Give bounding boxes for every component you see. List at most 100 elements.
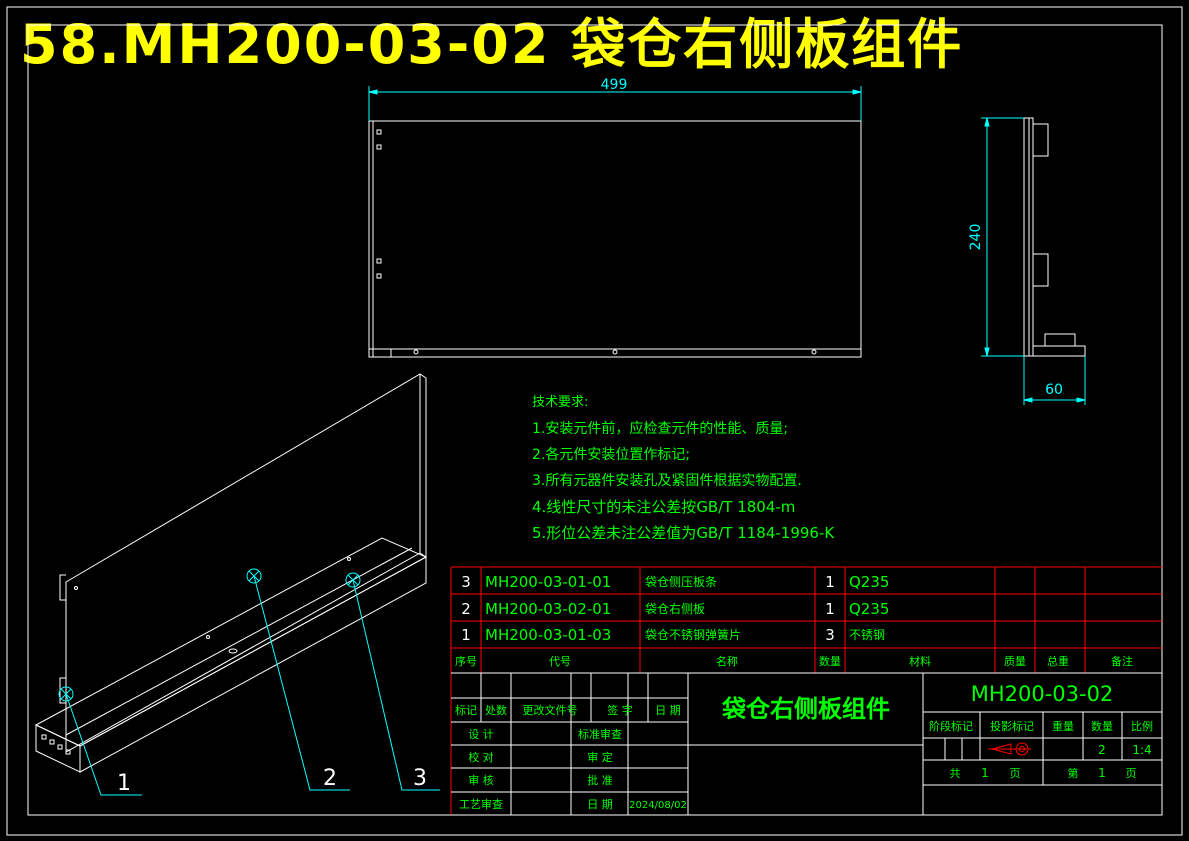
dimension-height <box>981 117 1024 357</box>
bom-row-2-name: 袋仓右侧板 <box>645 601 705 616</box>
iso-clip-top <box>59 574 66 601</box>
tb-sheet-label: 第 <box>1068 766 1079 780</box>
technical-requirements: 技术要求: 1.安装元件前，应检查元件的性能、质量; 2.各元件安装位置作标记;… <box>532 395 835 542</box>
bom-row-3-code: MH200-03-01-01 <box>485 573 611 591</box>
balloon-label-3: 3 <box>413 766 427 791</box>
tech-req-item-3: 3.所有元器件安装孔及紧固件根据实物配置. <box>532 473 802 489</box>
tech-req-item-1: 1.安装元件前，应检查元件的性能、质量; <box>532 420 788 437</box>
bom-header-remark: 备注 <box>1111 654 1133 668</box>
bom-row-2-material: Q235 <box>849 600 889 618</box>
iso-panel-thickness <box>419 373 427 558</box>
hole-3 <box>376 258 382 264</box>
bom-row-1-index: 1 <box>461 626 471 644</box>
tb-attr-quantity: 数量 <box>1091 720 1113 733</box>
front-view-tab <box>368 348 392 358</box>
leader-line-3 <box>352 579 440 791</box>
bom-row-1-code: MH200-03-01-03 <box>485 626 611 644</box>
dimension-width-label: 499 <box>601 77 628 93</box>
tb-attr-stage: 阶段标记 <box>929 719 973 733</box>
tb-rev-header-count: 处数 <box>485 704 507 717</box>
dimension-height-arrow-bottom <box>984 347 990 357</box>
hole-5 <box>413 349 419 355</box>
bom-row-1-material: 不锈钢 <box>849 628 885 642</box>
projection-symbol-icon <box>988 742 1031 756</box>
dimension-depth-arrow-right <box>1076 397 1086 403</box>
tb-quantity-value: 2 <box>1098 743 1106 757</box>
bom-row-3-index: 3 <box>461 573 471 591</box>
bom-row-2-index: 2 <box>461 600 471 618</box>
hole-6 <box>612 349 618 355</box>
balloon-label-1: 1 <box>117 771 131 796</box>
front-view-outline <box>368 120 862 358</box>
bom-header-total-weight: 总重 <box>1047 654 1069 668</box>
tb-attr-weight: 重量 <box>1052 719 1074 733</box>
tb-role-standard: 标准审查 <box>578 727 622 741</box>
dimension-height-label: 240 <box>968 224 984 251</box>
tb-sheet-unit: 页 <box>1126 767 1137 780</box>
bom-row-1-name: 袋仓不锈钢弹簧片 <box>645 627 741 642</box>
bom-header-unit-weight: 质量 <box>1004 655 1026 668</box>
tb-part-name: 袋仓右侧板组件 <box>721 695 890 723</box>
isometric-view <box>34 373 428 773</box>
tb-total-sheets-label: 共 <box>950 767 961 780</box>
iso-base-side <box>79 556 427 773</box>
bom-row-3-qty: 1 <box>825 573 835 591</box>
tb-role-check: 校 对 <box>468 750 494 764</box>
iso-slot-1 <box>41 734 47 740</box>
tb-role-approve-check: 审 定 <box>587 750 613 764</box>
dimension-width-arrow-left <box>368 89 378 95</box>
tb-role-process: 工艺审查 <box>459 797 503 811</box>
bom-row-2-code: MH200-03-02-01 <box>485 600 611 618</box>
hole-4 <box>376 273 382 279</box>
tb-total-sheets-unit: 页 <box>1010 767 1021 780</box>
tb-attr-scale: 比例 <box>1131 719 1153 733</box>
front-view <box>368 120 862 358</box>
tb-rev-header-mark: 标记 <box>455 703 477 717</box>
bom-header-index: 序号 <box>455 654 477 668</box>
iso-hole-a <box>74 586 78 590</box>
hole-2 <box>376 144 382 150</box>
leader-line-2 <box>253 575 350 791</box>
iso-slot-3 <box>57 744 63 750</box>
tb-role-date: 日 期 <box>587 798 613 811</box>
tb-role-approve: 批 准 <box>587 773 613 787</box>
tb-rev-header-sign: 签 字 <box>607 703 633 717</box>
dimension-depth-arrow-left <box>1023 397 1033 403</box>
hole-7 <box>811 349 817 355</box>
dimension-width-arrow-right <box>852 89 862 95</box>
balloon-label-2: 2 <box>323 766 337 791</box>
side-view-clip-top <box>1032 123 1049 157</box>
iso-hole-c <box>347 557 351 561</box>
side-view <box>1023 117 1086 357</box>
bom-row-3-material: Q235 <box>849 573 889 591</box>
tb-total-sheets-value: 1 <box>981 766 989 780</box>
tb-role-design: 设 计 <box>468 728 494 741</box>
tb-drawing-number: MH200-03-02 <box>971 682 1114 706</box>
dimension-height-arrow-top <box>984 117 990 127</box>
iso-hole-d <box>228 648 238 654</box>
tb-scale-value: 1:4 <box>1132 743 1151 757</box>
bom-header-qty: 数量 <box>819 655 841 668</box>
tb-date-value: 2024/08/02 <box>629 800 687 811</box>
bom-row-1-qty: 3 <box>825 626 835 644</box>
side-view-base <box>1032 345 1086 357</box>
tech-req-heading: 技术要求: <box>532 395 588 410</box>
tech-req-item-4: 4.线性尺寸的未注公差按GB/T 1804-m <box>532 498 795 516</box>
cad-drawing-canvas: 499 240 60 1 2 3 技术要求: 1.安装元件前，应检查元件的性能、… <box>6 6 1183 836</box>
bom-row-3-name: 袋仓侧压板条 <box>645 575 717 589</box>
tb-sheet-value: 1 <box>1098 766 1106 780</box>
side-view-clip-mid <box>1032 253 1049 287</box>
tb-role-review: 审 核 <box>468 773 494 787</box>
tb-attr-projection: 投影标记 <box>990 719 1034 733</box>
tech-req-item-5: 5.形位公差未注公差值为GB/T 1184-1996-K <box>532 524 835 542</box>
bom-row-2-qty: 1 <box>825 600 835 618</box>
dimension-depth-label: 60 <box>1045 382 1063 398</box>
bom-header-code: 代号 <box>549 655 571 668</box>
tb-rev-header-date: 日 期 <box>655 704 681 717</box>
hole-1 <box>376 129 382 135</box>
iso-slot-2 <box>49 739 55 745</box>
iso-hole-b <box>206 635 210 639</box>
side-view-base-block <box>1044 333 1076 347</box>
tb-rev-header-doc: 更改文件号 <box>523 703 578 717</box>
tech-req-item-2: 2.各元件安装位置作标记; <box>532 447 690 463</box>
